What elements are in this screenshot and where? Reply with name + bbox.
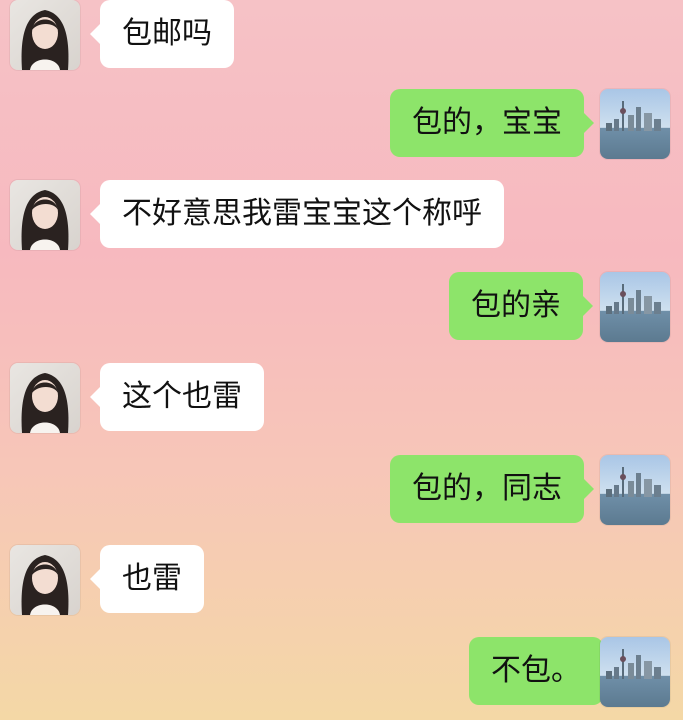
outgoing-message-bubble[interactable]: 包的，同志	[390, 455, 594, 523]
outgoing-message-bubble[interactable]: 不包。	[469, 637, 613, 705]
city-skyline-avatar-icon[interactable]	[600, 455, 670, 525]
message-row: 不包。	[0, 637, 683, 707]
message-row: 也雷	[0, 545, 683, 615]
message-row: 包的，同志	[0, 455, 683, 525]
city-skyline-avatar-icon[interactable]	[600, 272, 670, 342]
message-row: 包的，宝宝	[0, 89, 683, 159]
woman-avatar-icon[interactable]	[10, 0, 80, 70]
incoming-message-bubble[interactable]: 这个也雷	[90, 363, 264, 431]
incoming-message-bubble[interactable]: 包邮吗	[90, 0, 234, 68]
woman-avatar-icon[interactable]	[10, 363, 80, 433]
city-skyline-avatar-icon[interactable]	[600, 89, 670, 159]
incoming-message-bubble[interactable]: 也雷	[90, 545, 204, 613]
message-row: 包邮吗	[0, 0, 683, 70]
message-row: 这个也雷	[0, 363, 683, 433]
city-skyline-avatar-icon[interactable]	[600, 637, 670, 707]
incoming-message-bubble[interactable]: 不好意思我雷宝宝这个称呼	[90, 180, 504, 248]
outgoing-message-bubble[interactable]: 包的，宝宝	[390, 89, 594, 157]
outgoing-message-bubble[interactable]: 包的亲	[449, 272, 593, 340]
woman-avatar-icon[interactable]	[10, 180, 80, 250]
woman-avatar-icon[interactable]	[10, 545, 80, 615]
message-row: 包的亲	[0, 272, 683, 342]
message-row: 不好意思我雷宝宝这个称呼	[0, 180, 683, 250]
